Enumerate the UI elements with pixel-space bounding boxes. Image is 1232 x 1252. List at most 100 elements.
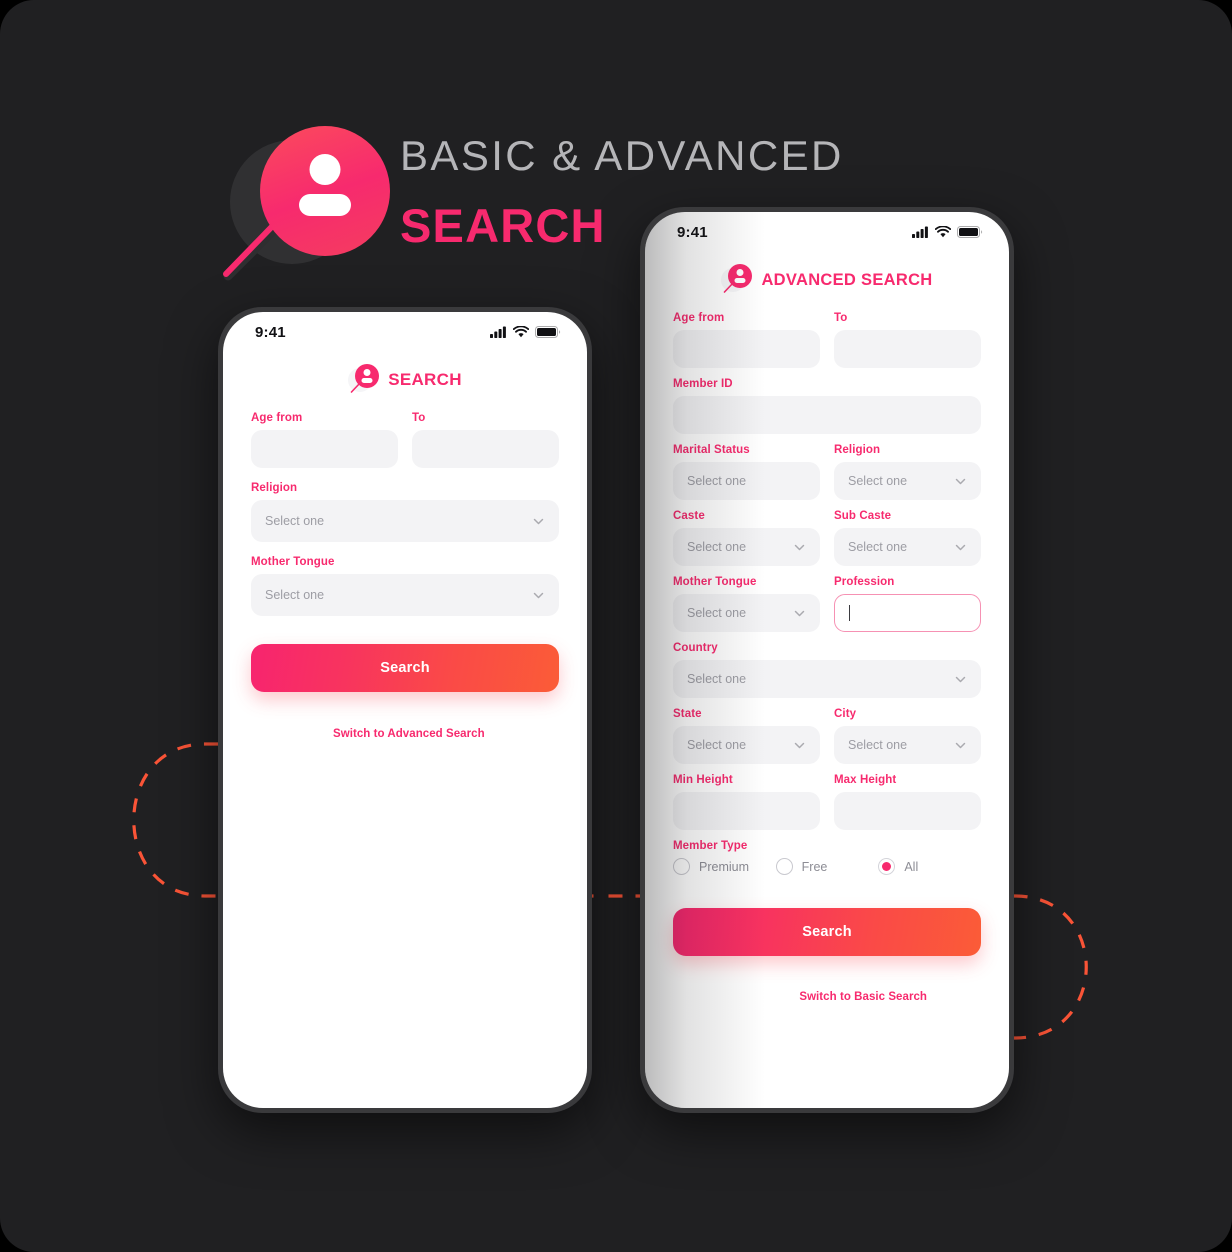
advanced-search-button[interactable]: Search bbox=[673, 908, 981, 956]
cellular-signal-icon bbox=[490, 326, 506, 338]
caste-select[interactable]: Select one bbox=[673, 528, 820, 566]
field-mother-tongue: Mother Tongue Select one bbox=[251, 556, 559, 616]
field-label: Age from bbox=[673, 312, 725, 324]
age-from-input[interactable] bbox=[673, 330, 820, 368]
field-max-height: Max Height bbox=[834, 774, 981, 830]
field-value: Select one bbox=[265, 588, 325, 602]
field-state: State Select one bbox=[673, 708, 820, 764]
basic-page-title: SEARCH bbox=[388, 370, 462, 389]
field-value: Select one bbox=[848, 738, 908, 752]
sub-caste-select[interactable]: Select one bbox=[834, 528, 981, 566]
age-to-input[interactable] bbox=[834, 330, 981, 368]
chevron-down-icon bbox=[794, 742, 805, 748]
field-value: Select one bbox=[687, 540, 747, 554]
radio-dot bbox=[882, 862, 892, 871]
person-head-shape bbox=[736, 269, 744, 276]
field-city: City Select one bbox=[834, 708, 981, 764]
basic-search-form: Age from To Religion Select one Mother T… bbox=[223, 412, 587, 616]
age-range-row: Age from To bbox=[251, 412, 559, 468]
person-head-shape bbox=[309, 154, 341, 185]
field-label: Member ID bbox=[673, 378, 733, 390]
field-value: Select one bbox=[848, 474, 908, 488]
field-sub-caste: Sub Caste Select one bbox=[834, 510, 981, 566]
age-to-input[interactable] bbox=[412, 430, 559, 468]
person-body-shape bbox=[299, 194, 351, 216]
age-from-input[interactable] bbox=[251, 430, 398, 468]
person-body-shape bbox=[734, 278, 746, 283]
battery-icon bbox=[957, 226, 983, 238]
status-time: 9:41 bbox=[255, 323, 286, 341]
state-select[interactable]: Select one bbox=[673, 726, 820, 764]
caste-row: Caste Select one Sub Caste Select one bbox=[673, 510, 981, 566]
field-age-from: Age from bbox=[251, 412, 398, 468]
radio-free[interactable]: Free bbox=[775, 858, 879, 875]
marital-religion-row: Marital Status Select one Religion Selec… bbox=[673, 444, 981, 500]
field-label: To bbox=[834, 312, 848, 324]
logo-circle bbox=[260, 126, 390, 256]
radio-all[interactable]: All bbox=[878, 858, 981, 875]
status-icons bbox=[912, 226, 983, 238]
basic-search-button[interactable]: Search bbox=[251, 644, 559, 692]
switch-to-basic-link[interactable]: Switch to Basic Search bbox=[799, 991, 927, 1003]
field-label: Marital Status bbox=[673, 444, 750, 456]
field-age-to: To bbox=[412, 412, 559, 468]
city-select[interactable]: Select one bbox=[834, 726, 981, 764]
member-id-input[interactable] bbox=[673, 396, 981, 434]
switch-to-basic-row: Switch to Basic Search bbox=[645, 987, 1009, 1005]
radio-label: Free bbox=[801, 859, 828, 874]
tongue-profession-row: Mother Tongue Select one Profession bbox=[673, 576, 981, 632]
radio-label: All bbox=[904, 859, 919, 874]
max-height-input[interactable] bbox=[834, 792, 981, 830]
field-religion: Religion Select one bbox=[251, 482, 559, 542]
person-body-shape bbox=[361, 378, 373, 383]
field-label: Sub Caste bbox=[834, 510, 892, 522]
field-mother-tongue: Mother Tongue Select one bbox=[673, 576, 820, 632]
profession-input[interactable] bbox=[834, 594, 981, 632]
field-value: Select one bbox=[687, 606, 747, 620]
chevron-down-icon bbox=[794, 610, 805, 616]
field-label: Caste bbox=[673, 510, 705, 522]
field-country: Country Select one bbox=[673, 642, 981, 698]
chevron-down-icon bbox=[533, 518, 544, 524]
field-label: Religion bbox=[251, 482, 298, 494]
field-value: Select one bbox=[848, 540, 908, 554]
status-time: 9:41 bbox=[677, 223, 708, 241]
field-value: Select one bbox=[687, 474, 747, 488]
advanced-app-header: ADVANCED SEARCH bbox=[645, 264, 1009, 296]
chevron-down-icon bbox=[794, 544, 805, 550]
poster-title-line2: SEARCH bbox=[400, 199, 606, 252]
switch-to-advanced-row: Switch to Advanced Search bbox=[223, 724, 587, 742]
battery-icon bbox=[535, 326, 561, 338]
switch-to-advanced-link[interactable]: Switch to Advanced Search bbox=[333, 728, 485, 740]
mother-tongue-select[interactable]: Select one bbox=[251, 574, 559, 616]
min-height-input[interactable] bbox=[673, 792, 820, 830]
advanced-search-form: Age from To Member ID Marital Status Sel… bbox=[645, 312, 1009, 852]
radio-button-selected-icon bbox=[878, 858, 896, 875]
country-select[interactable]: Select one bbox=[673, 660, 981, 698]
state-city-row: State Select one City Select one bbox=[673, 708, 981, 764]
religion-select[interactable]: Select one bbox=[834, 462, 981, 500]
status-icons bbox=[490, 326, 561, 338]
field-label: Mother Tongue bbox=[251, 556, 335, 568]
mother-tongue-select[interactable]: Select one bbox=[673, 594, 820, 632]
radio-premium[interactable]: Premium bbox=[673, 858, 776, 875]
chevron-down-icon bbox=[955, 742, 966, 748]
wifi-icon bbox=[513, 326, 529, 338]
marital-status-select[interactable]: Select one bbox=[673, 462, 820, 500]
field-member-id: Member ID bbox=[673, 378, 981, 434]
field-age-from: Age from bbox=[673, 312, 820, 368]
mini-logo-circle bbox=[728, 264, 753, 288]
religion-select[interactable]: Select one bbox=[251, 500, 559, 542]
age-range-row: Age from To bbox=[673, 312, 981, 368]
field-label: Religion bbox=[834, 444, 881, 456]
field-religion: Religion Select one bbox=[834, 444, 981, 500]
advanced-phone-screen: 9:41 ADVANCED SEARCH Age from To Member … bbox=[645, 212, 1009, 1108]
member-type-radio-group: Premium Free All bbox=[645, 858, 1009, 875]
